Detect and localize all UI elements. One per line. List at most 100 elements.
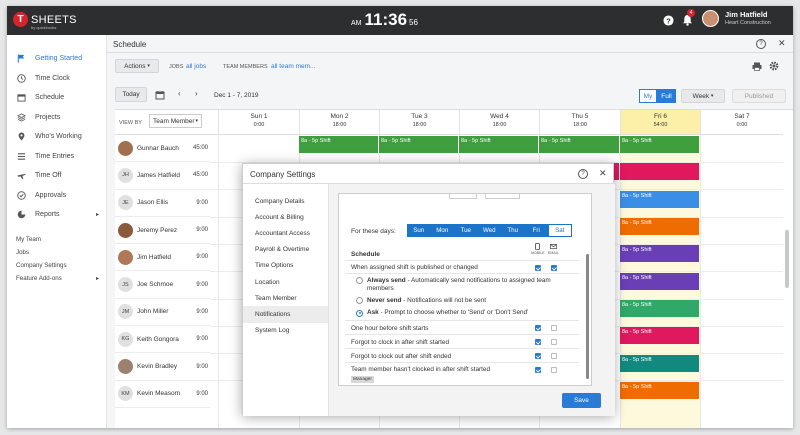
mobile-checkbox[interactable] xyxy=(535,264,541,271)
email-checkbox[interactable] xyxy=(551,353,557,359)
day-hours: 18:00 xyxy=(573,122,587,128)
sidebar-item-time-entries[interactable]: Time Entries xyxy=(7,147,106,167)
shift-block[interactable]: 8a - 5p Shift xyxy=(620,136,699,153)
shift-block[interactable]: 8a - 5p Shift xyxy=(379,136,458,153)
sidebar-item-jobs[interactable]: Jobs xyxy=(7,246,106,259)
previous-week-icon[interactable]: ‹ xyxy=(178,89,181,98)
sidebar-item-my-team[interactable]: My Team xyxy=(7,234,106,247)
view-my-toggle[interactable]: My xyxy=(639,89,657,103)
sidebar-item-schedule[interactable]: Schedule xyxy=(7,88,106,108)
shift-block[interactable]: 8a - 5p Shift xyxy=(539,136,619,153)
view-by-select[interactable]: Team Member ▾ xyxy=(149,114,202,128)
shift-block[interactable]: 8a - 5p Shift xyxy=(620,218,699,235)
day-hours: 0:00 xyxy=(736,122,748,128)
day-hours: 18:00 xyxy=(492,122,507,128)
help-icon[interactable]: ? xyxy=(756,39,766,49)
user-menu[interactable]: Jim Hatfield Heart Construction xyxy=(702,10,771,27)
shift-block[interactable]: 8a - 5p Shift xyxy=(459,136,538,153)
employee-row[interactable]: KG Keith Gongora 9:00 xyxy=(115,326,210,354)
calendar-picker-icon[interactable] xyxy=(155,90,165,102)
close-icon[interactable]: ✕ xyxy=(599,168,607,179)
email-checkbox[interactable] xyxy=(551,325,557,331)
mobile-checkbox[interactable] xyxy=(535,367,541,373)
option-never-send: Never send - Notifications will not be s… xyxy=(345,294,579,306)
settings-menu-item[interactable]: Payroll & Overtime xyxy=(243,242,328,258)
sidebar-item-getting-started[interactable]: Getting Started xyxy=(7,49,106,69)
shift-block[interactable]: 8a - 5p Shift xyxy=(620,299,699,317)
always-send-radio[interactable] xyxy=(356,277,363,284)
employee-row[interactable]: Gunnar Bauch 45:00 xyxy=(115,135,210,163)
shift-block[interactable]: 8a - 5p Shift xyxy=(620,190,699,208)
row-label: Team member hasn't clocked in after shif… xyxy=(351,366,491,373)
avatar xyxy=(118,222,133,238)
employee-row[interactable]: KM Kevin Measom 9:00 xyxy=(115,381,210,408)
save-button[interactable]: Save xyxy=(562,393,601,408)
shift-block[interactable]: 8a - 5p Shift xyxy=(620,381,699,399)
settings-menu-item[interactable]: Company Details xyxy=(243,193,328,209)
print-icon[interactable] xyxy=(752,62,762,73)
mobile-checkbox[interactable] xyxy=(535,353,541,359)
sidebar-item-approvals[interactable]: Approvals xyxy=(7,186,106,206)
email-checkbox[interactable] xyxy=(551,367,557,373)
close-icon[interactable]: ✕ xyxy=(778,38,786,49)
employee-row[interactable]: JH James Hatfield 45:00 xyxy=(115,162,210,190)
sidebar-item-company-settings[interactable]: Company Settings xyxy=(7,259,106,272)
employee-row[interactable]: JM John Miller 9:00 xyxy=(115,299,210,327)
logo-subtext: by quickbooks xyxy=(31,25,57,30)
employee-row[interactable]: Jim Hatfield 9:00 xyxy=(115,244,210,272)
email-checkbox[interactable] xyxy=(551,264,557,271)
view-full-toggle[interactable]: Full xyxy=(657,89,676,103)
day-toggle-sun[interactable]: Sun xyxy=(407,224,431,237)
sidebar-item-time-clock[interactable]: Time Clock xyxy=(7,69,106,89)
mobile-checkbox[interactable] xyxy=(535,339,541,345)
employee-name: Kevin Measom xyxy=(137,390,180,398)
help-icon[interactable]: ? xyxy=(662,14,674,26)
shift-block[interactable]: 8a - 5p Shift xyxy=(620,327,699,344)
day-toggle-fri[interactable]: Fri xyxy=(524,224,548,237)
employee-row[interactable]: JS Joe Schmoe 9:00 xyxy=(115,272,210,299)
next-week-icon[interactable]: › xyxy=(195,89,198,98)
sidebar-item-projects[interactable]: Projects xyxy=(7,108,106,128)
actions-button[interactable]: Actions ▾ xyxy=(115,59,159,73)
gear-icon[interactable] xyxy=(769,61,779,73)
sidebar-item-reports[interactable]: Reports ▸ xyxy=(7,205,106,225)
jobs-filter-link[interactable]: all jobs xyxy=(186,63,206,70)
employee-row[interactable]: Kevin Bradley 9:00 xyxy=(115,353,210,381)
ask-radio[interactable] xyxy=(356,309,363,317)
day-name: Sat 7 xyxy=(734,113,750,120)
shift-block[interactable]: 8a - 5p Shift xyxy=(299,136,378,153)
settings-menu-item[interactable]: Accountant Access xyxy=(243,225,328,241)
today-button[interactable]: Today xyxy=(115,87,147,102)
mobile-checkbox[interactable] xyxy=(535,325,541,331)
published-button[interactable]: Published xyxy=(732,89,786,103)
settings-menu-item[interactable]: System Log xyxy=(243,323,328,339)
never-send-radio[interactable] xyxy=(356,297,363,304)
day-toggle-sat[interactable]: Sat xyxy=(548,224,572,237)
employee-row[interactable]: JE Jason Ellis 9:00 xyxy=(115,190,210,217)
day-toggle-thu[interactable]: Thu xyxy=(501,224,525,237)
team-members-filter-link[interactable]: all team mem... xyxy=(271,63,315,70)
day-toggle-tue[interactable]: Tue xyxy=(454,224,478,237)
shift-block[interactable] xyxy=(620,163,699,180)
scrollbar[interactable] xyxy=(586,254,589,379)
week-select[interactable]: Week ▾ xyxy=(681,89,725,103)
day-toggle-mon[interactable]: Mon xyxy=(430,224,454,237)
help-icon[interactable]: ? xyxy=(578,169,588,179)
employee-row[interactable]: Jeremy Perez 9:00 xyxy=(115,217,210,245)
shift-block[interactable]: 8a - 5p Shift xyxy=(620,272,699,290)
day-toggle-wed[interactable]: Wed xyxy=(477,224,501,237)
settings-menu-item[interactable]: Location xyxy=(243,274,328,290)
shift-block[interactable]: 8a - 5p Shift xyxy=(620,354,699,372)
shift-block[interactable]: 8a - 5p Shift xyxy=(620,245,699,262)
email-checkbox[interactable] xyxy=(551,339,557,345)
settings-menu-item[interactable]: Account & Billing xyxy=(243,209,328,225)
logo[interactable]: T SHEETS by quickbooks xyxy=(13,12,77,30)
sidebar-item-label: Projects xyxy=(35,113,61,121)
settings-menu-item[interactable]: Team Member xyxy=(243,290,328,306)
settings-menu-item[interactable]: Time Options xyxy=(243,258,328,274)
scrollbar[interactable] xyxy=(785,230,789,288)
sidebar-item-time-off[interactable]: Time Off xyxy=(7,166,106,186)
sidebar-item-feature-addons[interactable]: Feature Add-ons ▸ xyxy=(7,272,106,285)
sidebar-item-whos-working[interactable]: Who's Working xyxy=(7,127,106,147)
settings-menu-item-notifications[interactable]: Notifications xyxy=(243,306,328,323)
